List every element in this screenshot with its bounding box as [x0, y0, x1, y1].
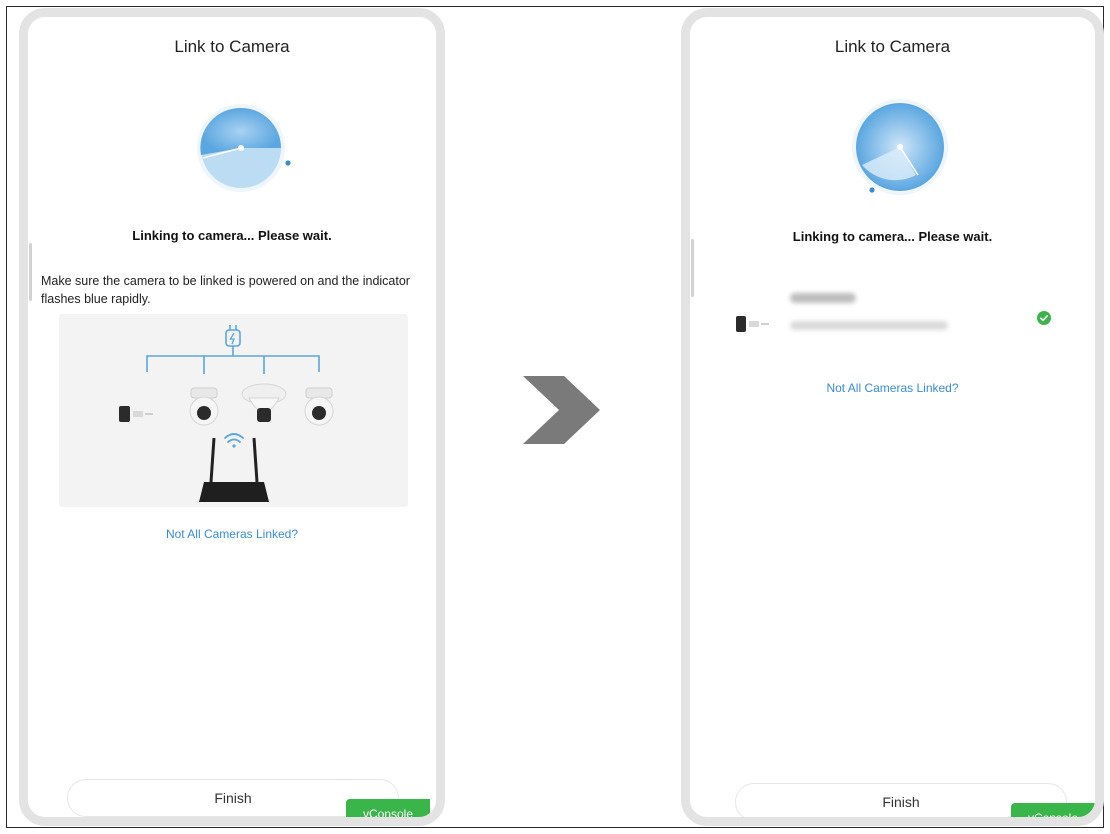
- not-all-cameras-linked-link[interactable]: Not All Cameras Linked?: [28, 527, 436, 541]
- not-all-cameras-linked-link[interactable]: Not All Cameras Linked?: [690, 381, 1095, 395]
- radar-animation: [193, 103, 303, 198]
- device-model-redacted: [790, 321, 948, 330]
- camera-network-illustration: [59, 314, 408, 507]
- device-serial-redacted: [790, 293, 856, 303]
- scroll-indicator: [691, 239, 694, 297]
- linking-status-text: Linking to camera... Please wait.: [132, 228, 332, 243]
- linking-status-text: Linking to camera... Please wait.: [792, 229, 993, 244]
- bullet-camera-icon: [736, 316, 769, 332]
- left-phone-screen: Link to Camera Linking to camera... Plea…: [19, 8, 445, 826]
- dome-camera-icon: [241, 383, 287, 422]
- wifi-icon: [224, 433, 244, 448]
- vconsole-button[interactable]: vConsole: [1011, 803, 1095, 817]
- network-diagram: [119, 325, 334, 502]
- router-icon: [199, 437, 269, 502]
- bullet-camera-icon: [119, 406, 153, 422]
- radar-icon: [197, 104, 291, 192]
- linked-device-row: [734, 285, 1074, 345]
- vconsole-button[interactable]: vConsole: [346, 799, 430, 817]
- check-circle-icon: [1037, 311, 1051, 325]
- ptz-camera-icon: [304, 387, 334, 426]
- next-arrow-icon: [520, 374, 602, 451]
- radar-animation: [842, 99, 952, 204]
- radar-icon: [852, 99, 948, 195]
- page-title: Link to Camera: [834, 37, 951, 56]
- scroll-indicator: [29, 243, 32, 301]
- power-plug-icon: [225, 325, 241, 347]
- page-title: Link to Camera: [174, 37, 290, 56]
- ptz-camera-icon: [189, 387, 219, 426]
- power-on-hint: Make sure the camera to be linked is pow…: [41, 274, 410, 306]
- right-phone-screen: Link to Camera Linking to camera... Plea…: [681, 8, 1104, 826]
